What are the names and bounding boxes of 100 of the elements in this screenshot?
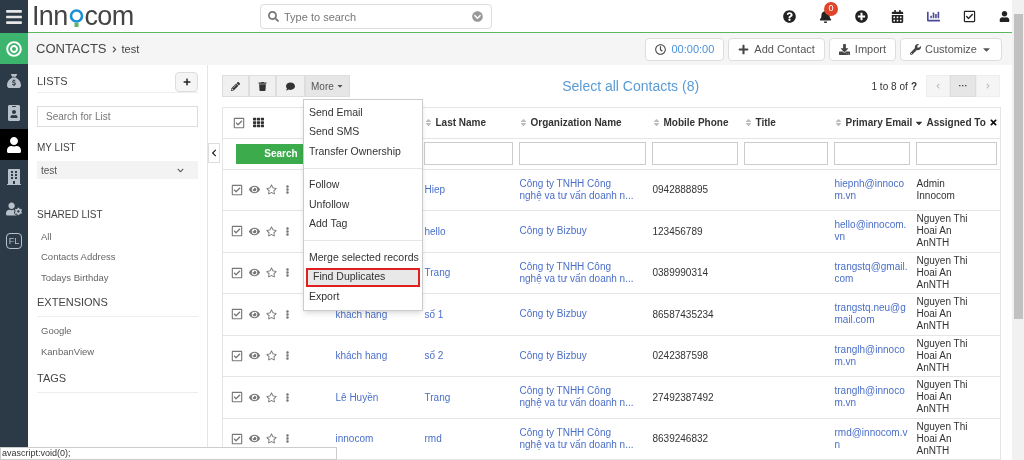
eye-icon[interactable] (249, 267, 260, 279)
table-cell[interactable]: số 1 (424, 308, 444, 320)
table-cell[interactable]: khách hang (335, 350, 388, 362)
table-cell[interactable]: hello (424, 225, 446, 237)
grid-icon[interactable] (253, 117, 264, 128)
row-checkbox[interactable] (231, 225, 243, 238)
table-cell[interactable]: Trang (424, 391, 451, 403)
add-contact-button[interactable]: Add Contact (728, 37, 825, 61)
menu-item[interactable]: Unfollow (304, 195, 422, 215)
timer-button[interactable]: 00:00:00 (645, 37, 725, 61)
table-cell[interactable]: rmd@innocom.vn (834, 426, 909, 451)
row-checkbox[interactable] (231, 308, 243, 321)
help-icon[interactable] (783, 9, 796, 23)
customize-button[interactable]: Customize (900, 37, 1002, 61)
table-cell[interactable]: Công ty Bizbuy (519, 349, 635, 362)
table-cell[interactable]: Công ty TNHH Công nghệ va tư vấn doanh n... (519, 426, 635, 451)
column-header[interactable]: Primary Email (845, 115, 913, 130)
menu-item[interactable]: Merge selected records (304, 248, 422, 268)
table-cell[interactable]: Hiep (424, 184, 446, 196)
column-header[interactable]: Last Name (435, 115, 487, 130)
add-list-button[interactable] (175, 71, 198, 92)
sidebar-item[interactable] (0, 129, 28, 160)
eye-icon[interactable] (249, 391, 260, 403)
more-icon[interactable] (283, 226, 292, 236)
more-icon[interactable] (283, 309, 292, 319)
scrollbar-thumb[interactable] (1013, 14, 1023, 319)
menu-item[interactable]: Send Email (304, 103, 422, 123)
more-icon[interactable] (283, 185, 292, 195)
page-menu-button[interactable]: ··· (950, 75, 976, 98)
table-cell[interactable]: Công ty TNHH Công nghệ va tư vấn doanh n... (519, 260, 635, 285)
filter-field[interactable] (833, 142, 910, 165)
table-cell[interactable]: trangstq.neu@gmail.com (834, 302, 909, 327)
import-button[interactable]: Import (828, 37, 897, 61)
star-icon[interactable] (266, 391, 277, 403)
filter-field[interactable] (518, 142, 646, 165)
table-cell[interactable]: số 2 (424, 350, 444, 362)
row-checkbox[interactable] (231, 266, 243, 279)
list-item[interactable]: KanbanView (41, 344, 198, 359)
calendar-icon[interactable] (891, 9, 904, 23)
row-checkbox[interactable] (231, 183, 243, 196)
filter-field[interactable] (743, 142, 828, 165)
star-icon[interactable] (266, 225, 277, 237)
filter-field[interactable] (423, 142, 513, 165)
column-header[interactable]: Organization Name (530, 115, 622, 130)
star-icon[interactable] (266, 433, 277, 445)
filter-field[interactable] (915, 142, 997, 165)
table-cell[interactable]: Công ty TNHH Công nghệ va tư vấn doanh n... (519, 177, 635, 202)
table-cell[interactable]: hello@innocom.vn (834, 219, 909, 244)
row-checkbox[interactable] (231, 391, 243, 404)
table-cell[interactable]: Công ty Bizbuy (519, 225, 635, 238)
menu-item[interactable]: Send SMS (304, 122, 422, 142)
star-icon[interactable] (266, 267, 277, 279)
star-icon[interactable] (266, 350, 277, 362)
more-icon[interactable] (283, 434, 292, 444)
select-all-checkbox[interactable] (233, 116, 245, 129)
list-item[interactable]: Google (41, 324, 198, 339)
menu-item[interactable]: Add Tag (304, 214, 422, 234)
eye-icon[interactable] (249, 308, 260, 320)
table-cell[interactable]: trangstq@gmail.com (834, 260, 909, 285)
column-header[interactable]: Mobile Phone (663, 115, 729, 130)
list-item[interactable]: Contacts Address (41, 250, 198, 265)
row-checkbox[interactable] (231, 432, 243, 445)
breadcrumb-module[interactable]: CONTACTS (36, 39, 107, 59)
close-icon[interactable] (989, 118, 998, 127)
column-header[interactable]: Assigned To (926, 115, 986, 130)
search-field[interactable]: Type to search (260, 4, 492, 29)
collapse-button[interactable] (208, 143, 220, 163)
star-icon[interactable] (266, 308, 277, 320)
more-icon[interactable] (283, 268, 292, 278)
list-item[interactable]: All (41, 230, 198, 245)
my-list-select[interactable]: test (37, 161, 198, 179)
table-cell[interactable]: tranglh@innocom.vn (834, 343, 909, 368)
list-item[interactable]: Todays Birthday (41, 270, 198, 285)
eye-icon[interactable] (249, 184, 260, 196)
menu-item[interactable]: Export (304, 287, 422, 307)
eye-icon[interactable] (249, 350, 260, 362)
edit-button[interactable] (222, 75, 249, 98)
table-cell[interactable]: hiepnh@innocom.vn (834, 177, 909, 202)
delete-button[interactable] (249, 75, 276, 98)
column-header[interactable]: Title (755, 115, 776, 130)
table-cell[interactable]: Công ty TNHH Công nghệ va tư vấn doanh n... (519, 385, 635, 410)
filter-field[interactable] (651, 142, 738, 165)
table-cell[interactable]: Trang (424, 267, 451, 279)
menu-item[interactable]: Follow (304, 175, 422, 195)
comment-button[interactable] (276, 75, 305, 98)
table-cell[interactable]: Công ty Bizbuy (519, 308, 635, 321)
user-icon[interactable] (999, 10, 1010, 22)
star-icon[interactable] (266, 184, 277, 196)
bar-chart-icon[interactable] (927, 9, 940, 23)
more-icon[interactable] (283, 351, 292, 361)
table-cell[interactable]: Lê Huyền (335, 391, 379, 403)
menu-item[interactable]: Find Duplicates (306, 267, 420, 287)
more-button[interactable]: More (305, 75, 350, 98)
table-cell[interactable]: innocom (335, 433, 374, 445)
scrollbar[interactable] (1012, 0, 1024, 460)
row-checkbox[interactable] (231, 349, 243, 362)
checkbox-icon[interactable] (963, 9, 976, 23)
eye-icon[interactable] (249, 225, 260, 237)
list-search-field[interactable]: Search for List (37, 106, 198, 127)
sidebar-item[interactable]: FL (0, 225, 28, 256)
